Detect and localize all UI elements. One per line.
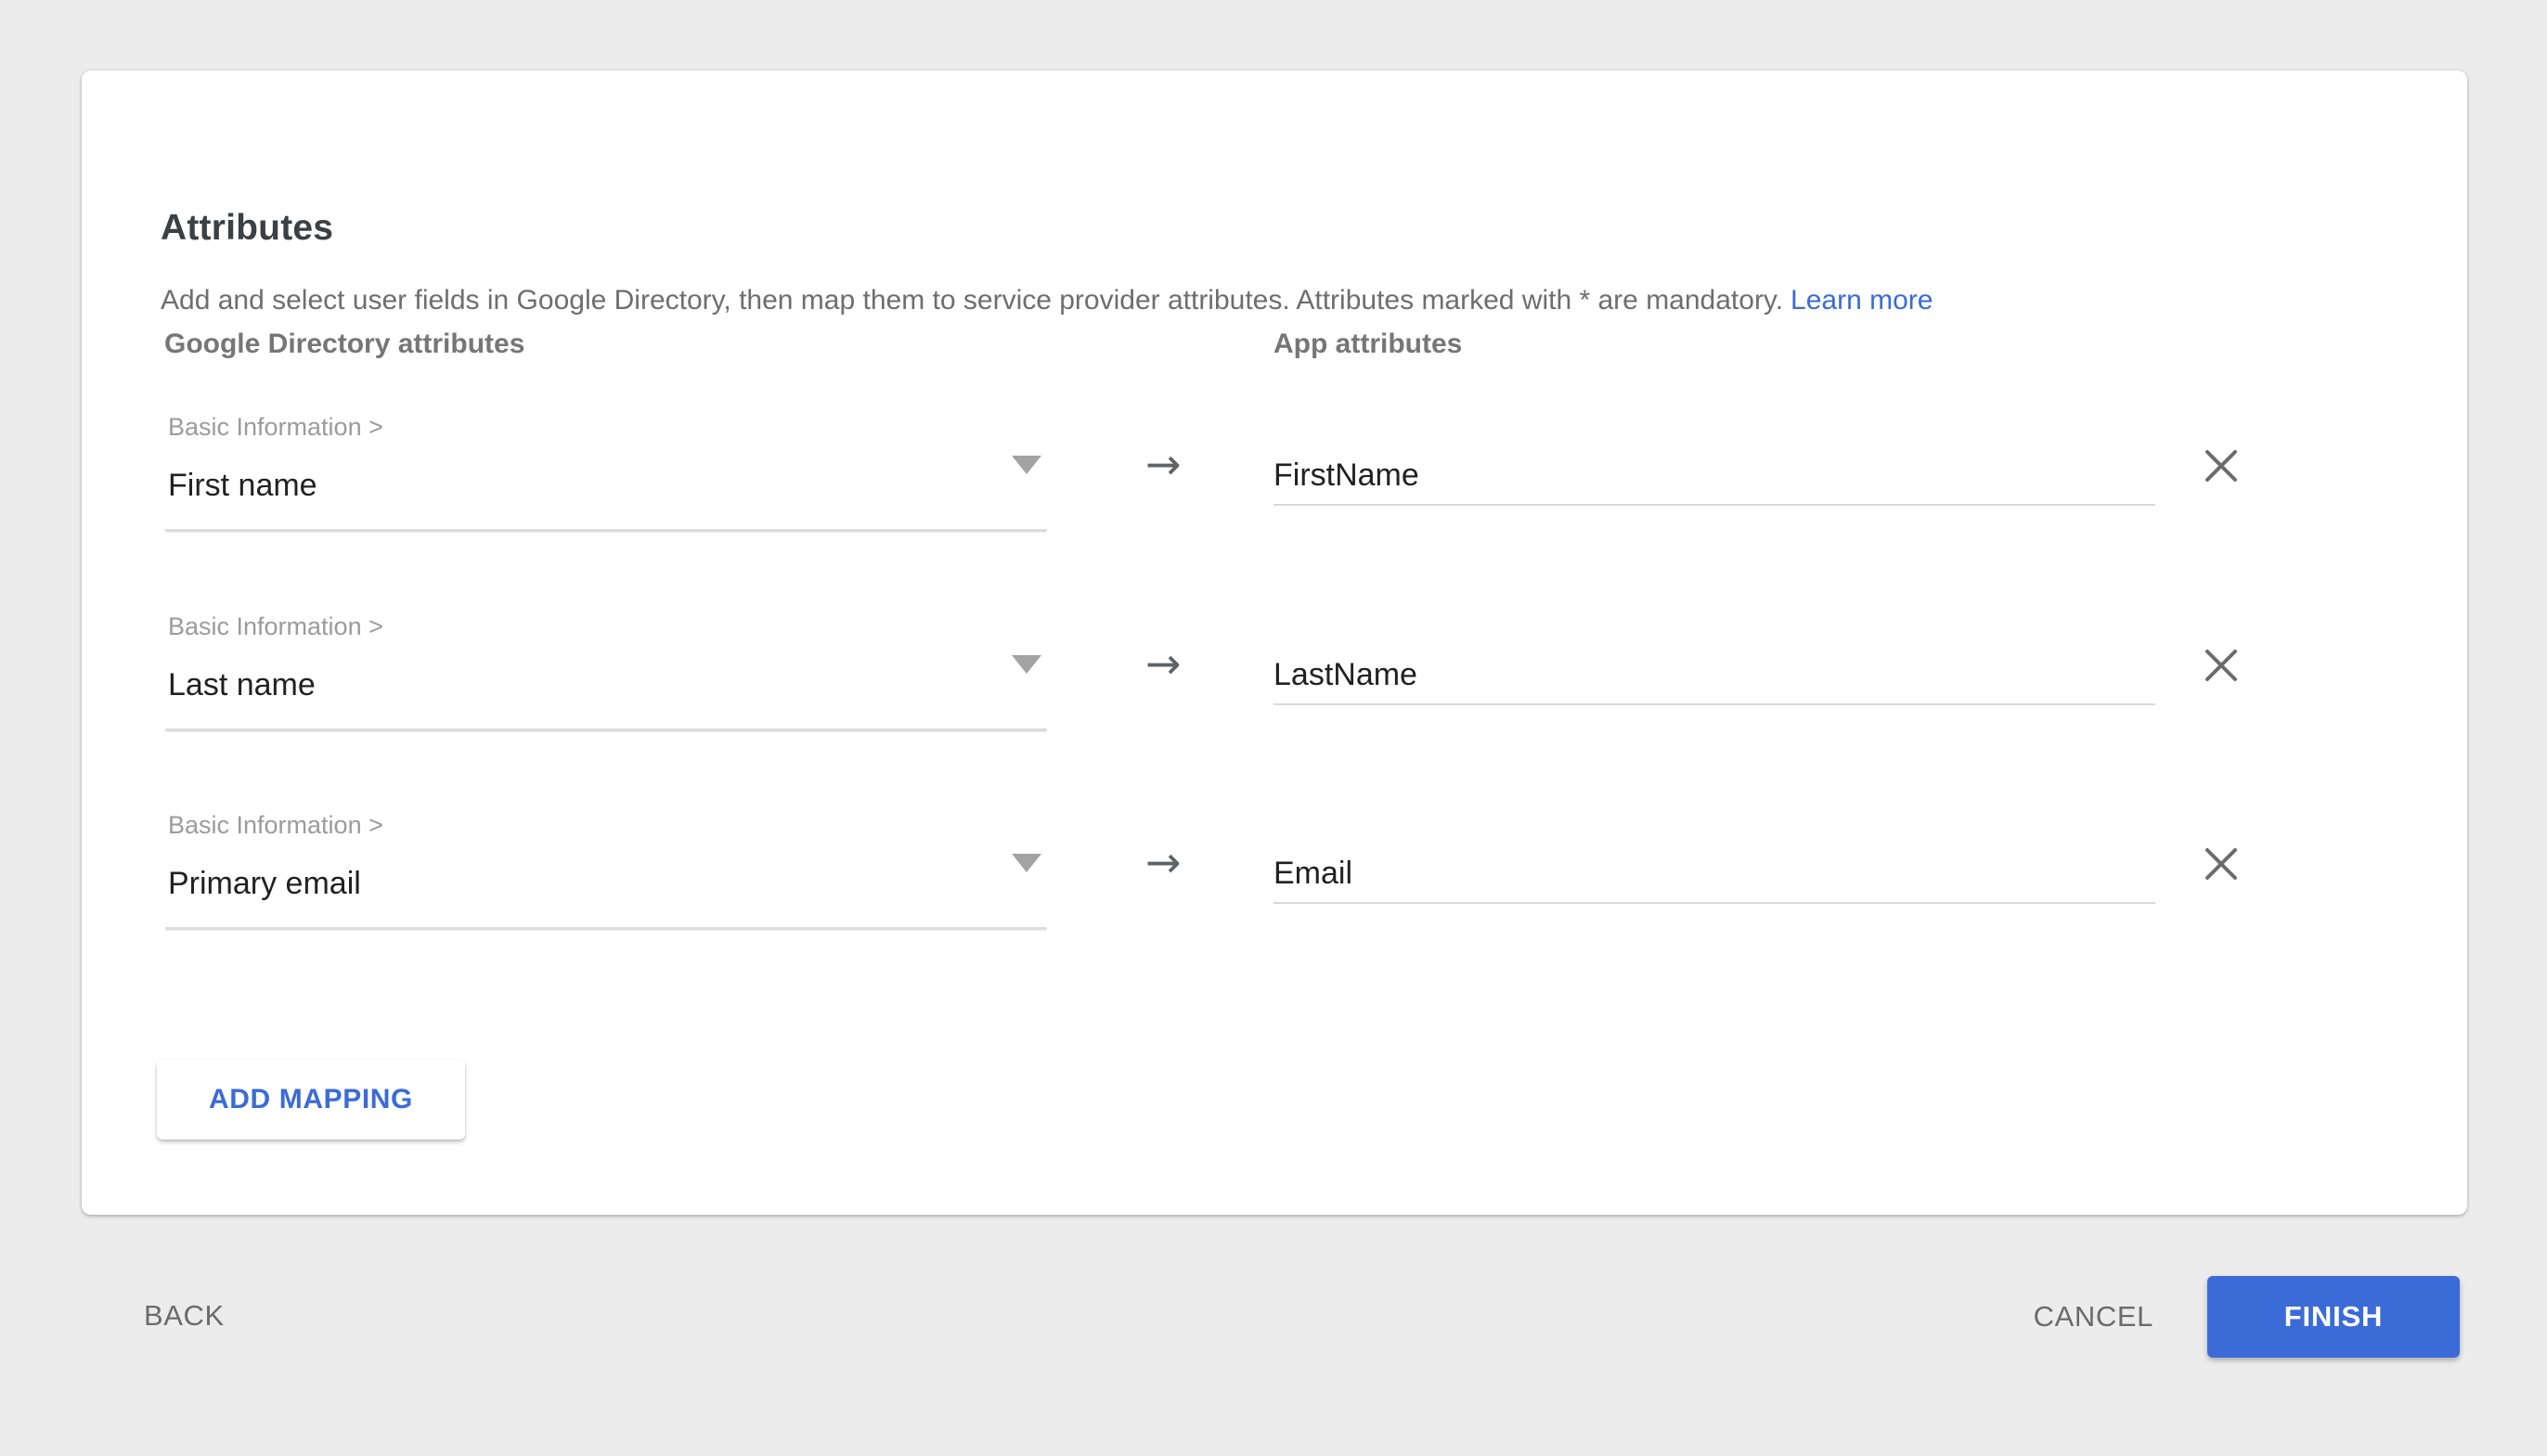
page-title: Attributes bbox=[161, 208, 333, 249]
attributes-card: Attributes Add and select user fields in… bbox=[82, 71, 2467, 1215]
app-attribute-input[interactable] bbox=[1274, 844, 2155, 904]
mapping-arrow-icon: → bbox=[1145, 443, 1182, 485]
close-icon bbox=[2200, 843, 2243, 885]
mapping-row: Basic Information > First name → bbox=[82, 411, 2467, 550]
chevron-down-icon bbox=[1012, 854, 1041, 872]
attribute-category-label: Basic Information > bbox=[168, 809, 383, 841]
finish-button[interactable]: FINISH bbox=[2207, 1276, 2460, 1358]
remove-mapping-button[interactable] bbox=[2200, 445, 2243, 487]
chevron-down-icon bbox=[1012, 655, 1041, 674]
attribute-mapping-page: { "colors": { "page_background": "#ecece… bbox=[0, 0, 2547, 1456]
back-button[interactable]: BACK bbox=[144, 1298, 225, 1334]
attribute-category-label: Basic Information > bbox=[168, 611, 383, 642]
google-attribute-value: First name bbox=[168, 467, 317, 504]
select-underline bbox=[165, 728, 1047, 731]
close-icon bbox=[2200, 445, 2243, 487]
attribute-category-label: Basic Information > bbox=[168, 411, 383, 443]
google-attribute-select[interactable]: First name bbox=[165, 439, 1047, 532]
google-attribute-value: Last name bbox=[168, 666, 316, 703]
app-attribute-input[interactable] bbox=[1274, 646, 2155, 705]
google-attribute-select[interactable]: Primary email bbox=[165, 837, 1047, 930]
column-header-app-attributes: App attributes bbox=[1274, 328, 1462, 361]
cancel-button[interactable]: CANCEL bbox=[2034, 1299, 2153, 1334]
google-attribute-value: Primary email bbox=[168, 865, 361, 902]
select-underline bbox=[165, 927, 1047, 930]
mapping-arrow-icon: → bbox=[1145, 841, 1182, 883]
learn-more-link[interactable]: Learn more bbox=[1791, 285, 1933, 316]
column-header-google-directory: Google Directory attributes bbox=[164, 328, 524, 361]
mapping-row: Basic Information > Last name → bbox=[82, 611, 2467, 750]
description-text: Add and select user fields in Google Dir… bbox=[161, 282, 1933, 319]
add-mapping-button[interactable]: ADD MAPPING bbox=[157, 1060, 465, 1140]
select-underline bbox=[165, 529, 1047, 532]
google-attribute-select[interactable]: Last name bbox=[165, 638, 1047, 731]
chevron-down-icon bbox=[1012, 456, 1041, 474]
mapping-row: Basic Information > Primary email → bbox=[82, 809, 2467, 948]
remove-mapping-button[interactable] bbox=[2200, 644, 2243, 687]
mapping-arrow-icon: → bbox=[1145, 642, 1182, 685]
close-icon bbox=[2200, 644, 2243, 687]
description-body: Add and select user fields in Google Dir… bbox=[161, 285, 1783, 316]
app-attribute-input[interactable] bbox=[1274, 446, 2155, 506]
remove-mapping-button[interactable] bbox=[2200, 843, 2243, 885]
